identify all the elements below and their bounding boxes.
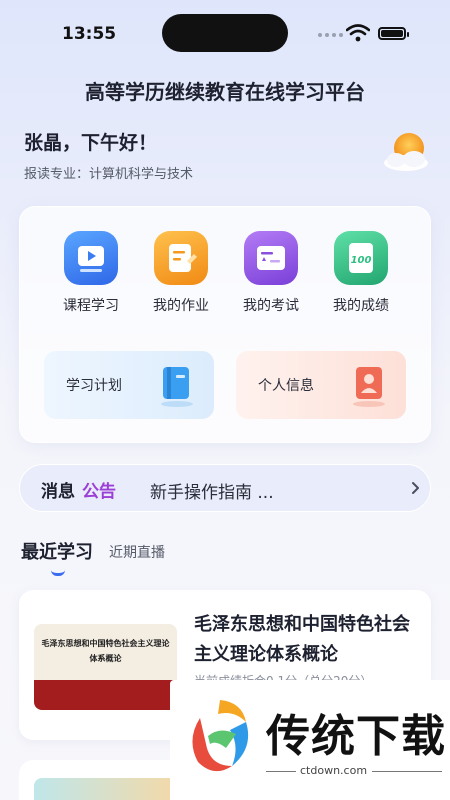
watermark: 传统下载 ctdown.com <box>170 680 450 800</box>
quick-homework-button[interactable]: 我的作业 <box>136 231 226 315</box>
book-icon <box>161 367 193 407</box>
study-plan-card[interactable]: 学习计划 <box>44 351 214 419</box>
quick-grades-button[interactable]: 100 我的成绩 <box>316 231 406 315</box>
quick-label: 我的作业 <box>153 298 209 314</box>
exam-icon <box>244 231 298 285</box>
study-plan-label: 学习计划 <box>66 378 122 394</box>
thumbnail-red-band <box>34 680 177 710</box>
notice-label-message: 消息 <box>41 482 75 502</box>
watermark-divider <box>266 771 296 772</box>
tab-recent-study[interactable]: 最近学习 <box>21 538 93 564</box>
watermark-brand: 传统下载 <box>266 711 446 762</box>
watermark-divider <box>372 771 442 772</box>
page-title: 高等学历继续教育在线学习平台 <box>85 80 365 104</box>
status-time: 13:55 <box>62 24 117 44</box>
ctdown-logo-icon <box>192 700 249 772</box>
tab-active-indicator <box>51 570 65 576</box>
score-100-icon: 100 <box>334 231 388 285</box>
signal-dots-icon <box>318 33 343 37</box>
course-thumbnail <box>34 778 177 800</box>
chevron-right-icon <box>412 482 419 494</box>
quick-exam-button[interactable]: 我的考试 <box>226 231 316 315</box>
quick-actions-card: 课程学习 我的作业 我的考试 100 我的成绩 学习计划 个人信息 <box>19 206 431 443</box>
greeting-text: 张晶，下午好！ <box>24 132 158 154</box>
quick-label: 我的成绩 <box>333 298 389 314</box>
personal-info-label: 个人信息 <box>258 378 314 394</box>
svg-text:100: 100 <box>351 255 372 266</box>
weather-sun-cloud-icon <box>384 133 428 171</box>
battery-icon <box>378 27 409 40</box>
watermark-url: ctdown.com <box>300 764 368 777</box>
status-bar: 13:55 <box>0 0 450 64</box>
course-thumbnail: 毛泽东思想和中国特色社会主义理论体系概论 <box>34 624 177 710</box>
tab-upcoming-live[interactable]: 近期直播 <box>109 542 165 562</box>
quick-course-study-button[interactable]: 课程学习 <box>46 231 136 315</box>
enrolled-major: 报读专业：计算机科学与技术 <box>24 167 194 182</box>
camera-notch <box>162 14 288 52</box>
id-card-icon <box>353 367 385 407</box>
play-icon <box>64 231 118 285</box>
notice-text: 新手操作指南 ... <box>150 483 274 503</box>
course-title: 毛泽东思想和中国特色社会主义理论体系概论 <box>194 614 410 665</box>
edit-icon <box>154 231 208 285</box>
notice-label-announcement: 公告 <box>82 482 116 502</box>
personal-info-card[interactable]: 个人信息 <box>236 351 406 419</box>
quick-label: 我的考试 <box>243 298 299 314</box>
wifi-icon <box>346 24 370 42</box>
notice-bar[interactable]: 消息 公告 新手操作指南 ... <box>19 464 431 512</box>
quick-label: 课程学习 <box>63 298 119 314</box>
course-thumbnail-title: 毛泽东思想和中国特色社会主义理论体系概论 <box>41 639 170 663</box>
